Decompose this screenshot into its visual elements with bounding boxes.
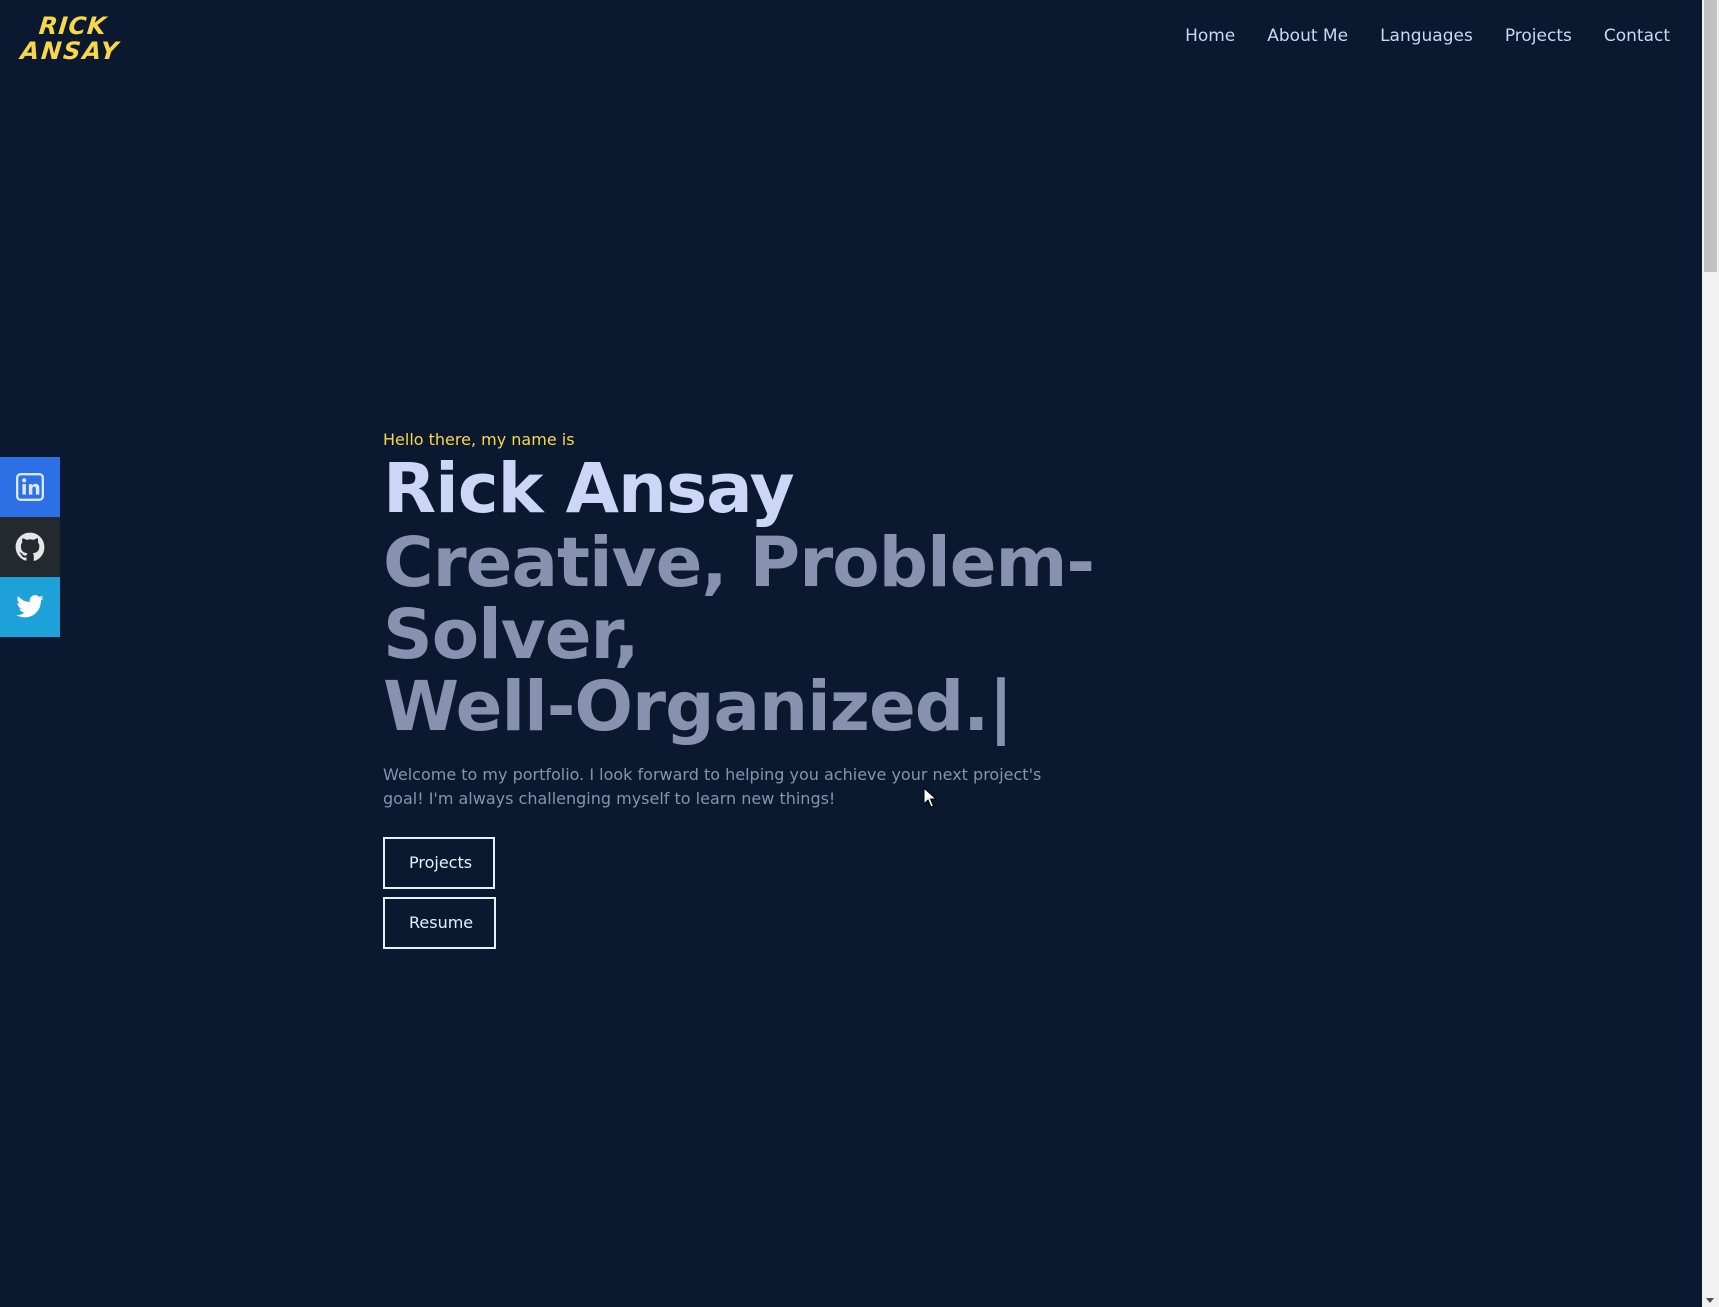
page: RICK ANSAY Home About Me Languages Proje… — [0, 0, 1719, 1307]
hero-tagline-line-2: Well-Organized.| — [383, 667, 1014, 747]
vertical-scrollbar[interactable] — [1702, 0, 1719, 1307]
mouse-cursor-icon — [923, 787, 937, 808]
linkedin-icon — [16, 473, 44, 501]
github-icon — [15, 532, 45, 561]
social-rail — [0, 457, 60, 637]
main-nav: Home About Me Languages Projects Contact — [1153, 26, 1670, 46]
twitter-icon — [16, 595, 44, 618]
logo-line-2: ANSAY — [19, 37, 122, 65]
resume-button[interactable]: Resume — [383, 897, 496, 949]
hero-name: Rick Ansay — [383, 449, 795, 529]
nav-about-me[interactable]: About Me — [1267, 26, 1348, 46]
hero-intro: Welcome to my portfolio. I look forward … — [383, 765, 1042, 808]
github-link[interactable] — [0, 517, 60, 577]
linkedin-link[interactable] — [0, 457, 60, 517]
nav-contact[interactable]: Contact — [1604, 26, 1670, 46]
hero-tagline-line-1: Creative, Problem-Solver, — [383, 523, 1095, 675]
site-logo[interactable]: RICK ANSAY — [19, 12, 123, 65]
nav-languages[interactable]: Languages — [1380, 26, 1473, 46]
logo-line-1: RICK — [37, 12, 109, 40]
nav-home[interactable]: Home — [1185, 26, 1235, 46]
projects-button[interactable]: Projects — [383, 837, 495, 889]
scroll-down-arrow-icon[interactable] — [1706, 1298, 1714, 1303]
nav-projects[interactable]: Projects — [1505, 26, 1572, 46]
twitter-link[interactable] — [0, 577, 60, 637]
scrollbar-thumb[interactable] — [1704, 0, 1717, 272]
hero-greeting: Hello there, my name is — [383, 430, 575, 449]
hero-section: Hello there, my name is Rick Ansay Creat… — [383, 430, 1283, 957]
